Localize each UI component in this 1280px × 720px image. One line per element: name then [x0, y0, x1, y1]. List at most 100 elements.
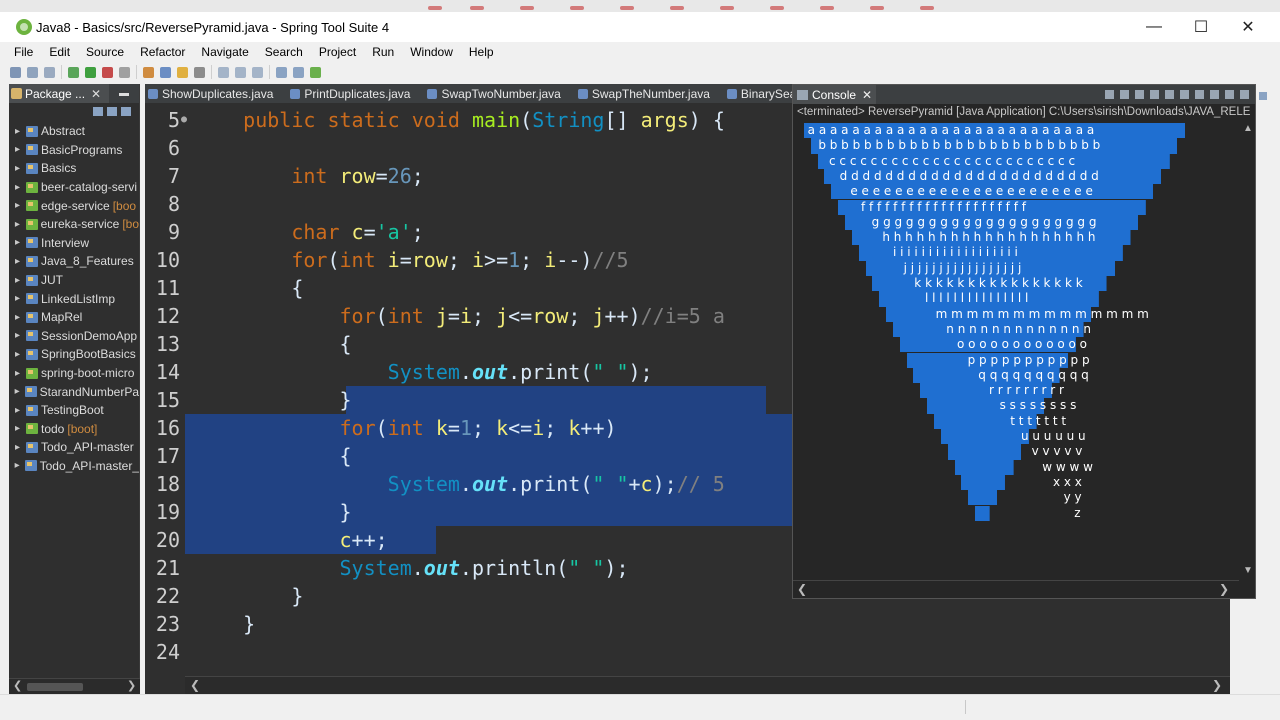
annotation-icon[interactable]	[218, 66, 229, 78]
pin-console-icon[interactable]	[1180, 90, 1189, 99]
project-item[interactable]: ▸ TestingBoot	[9, 401, 139, 420]
chevron-right-icon[interactable]: ▸	[9, 423, 26, 434]
project-item[interactable]: ▸ Java_8_Features	[9, 252, 139, 271]
menu-help[interactable]: Help	[461, 45, 502, 59]
save-icon[interactable]	[27, 66, 38, 78]
horizontal-scrollbar[interactable]: ❮ ❯	[9, 678, 140, 694]
minimize-icon[interactable]: ▬	[119, 88, 129, 99]
tab-binarysearch[interactable]: BinarySearc	[724, 84, 795, 103]
chevron-right-icon[interactable]: ▸	[9, 312, 26, 323]
project-item[interactable]: ▸ eureka-service [bo	[9, 215, 139, 234]
new-package-icon[interactable]	[143, 66, 154, 78]
menu-window[interactable]: Window	[402, 45, 461, 59]
tab-printduplicates[interactable]: PrintDuplicates.java	[287, 84, 424, 103]
project-item[interactable]: ▸ SpringBootBasics	[9, 345, 139, 364]
project-item[interactable]: ▸ spring-boot-micro	[9, 364, 139, 383]
close-icon[interactable]: ✕	[862, 88, 872, 102]
chevron-right-icon[interactable]: ▸	[9, 368, 26, 379]
forward-icon[interactable]	[293, 66, 304, 78]
menu-edit[interactable]: Edit	[41, 45, 78, 59]
view-menu-icon[interactable]	[121, 107, 131, 116]
tab-showduplicates[interactable]: ShowDuplicates.java	[145, 84, 287, 103]
open-console-icon[interactable]	[1210, 90, 1219, 99]
project-item[interactable]: ▸ StarandNumberPa	[9, 382, 139, 401]
chevron-right-icon[interactable]: ▸	[9, 144, 26, 155]
maximize-icon[interactable]	[1240, 90, 1249, 99]
project-item[interactable]: ▸ JUT	[9, 271, 139, 290]
project-item[interactable]: ▸ LinkedListImp	[9, 289, 139, 308]
menu-refactor[interactable]: Refactor	[132, 45, 193, 59]
scroll-lock-icon[interactable]	[1150, 90, 1159, 99]
chevron-right-icon[interactable]: ▸	[9, 442, 26, 453]
chevron-right-icon[interactable]: ▸	[9, 405, 26, 416]
project-item[interactable]: ▸ Todo_API-master	[9, 438, 139, 457]
new-class-icon[interactable]	[160, 66, 171, 78]
new-icon[interactable]	[10, 66, 21, 78]
project-item[interactable]: ▸ Todo_API-master_	[9, 457, 139, 476]
scroll-left-icon[interactable]: ❮	[797, 582, 807, 596]
menu-file[interactable]: File	[6, 45, 41, 59]
scroll-left-icon[interactable]: ❮	[13, 679, 22, 692]
project-item[interactable]: ▸ Abstract	[9, 122, 139, 141]
debug-icon[interactable]	[68, 66, 79, 78]
link-editor-icon[interactable]	[107, 107, 117, 116]
remove-launch-icon[interactable]	[1120, 90, 1129, 99]
chevron-right-icon[interactable]: ▸	[9, 200, 26, 211]
project-item[interactable]: ▸ MapRel	[9, 308, 139, 327]
word-wrap-icon[interactable]	[1165, 90, 1174, 99]
minimize-icon[interactable]	[1225, 90, 1234, 99]
menu-search[interactable]: Search	[257, 45, 311, 59]
menu-navigate[interactable]: Navigate	[193, 45, 256, 59]
scroll-right-icon[interactable]: ❯	[1212, 678, 1222, 692]
chevron-right-icon[interactable]: ▸	[9, 386, 25, 397]
maximize-icon[interactable]: ☐	[1178, 12, 1224, 42]
editor-horizontal-scrollbar[interactable]: ❮ ❯	[185, 676, 1230, 694]
external-tools-icon[interactable]	[102, 66, 113, 78]
fold-marker-icon[interactable]: ●	[181, 106, 187, 134]
chevron-right-icon[interactable]: ▸	[9, 275, 26, 286]
tab-package-explorer[interactable]: Package ... ✕	[9, 84, 109, 103]
chevron-right-icon[interactable]: ▸	[9, 349, 26, 360]
display-console-icon[interactable]	[1195, 90, 1204, 99]
close-icon[interactable]: ✕	[91, 87, 101, 101]
scroll-down-icon[interactable]: ▼	[1243, 565, 1253, 576]
close-icon[interactable]: ✕	[1225, 12, 1271, 42]
menu-source[interactable]: Source	[78, 45, 132, 59]
save-all-icon[interactable]	[44, 66, 55, 78]
chevron-right-icon[interactable]: ▸	[9, 330, 26, 341]
code-line[interactable]: 23 }	[145, 610, 1230, 638]
toggle-mark-icon[interactable]	[252, 66, 263, 78]
scroll-left-icon[interactable]: ❮	[190, 678, 200, 692]
terminate-icon[interactable]	[1105, 90, 1114, 99]
chevron-right-icon[interactable]: ▸	[9, 237, 26, 248]
scroll-right-icon[interactable]: ❯	[127, 679, 136, 692]
menu-run[interactable]: Run	[364, 45, 402, 59]
stop-icon[interactable]	[119, 66, 130, 78]
scrollbar-thumb[interactable]	[27, 683, 83, 691]
project-item[interactable]: ▸ beer-catalog-servi	[9, 178, 139, 197]
project-item[interactable]: ▸ Basics	[9, 159, 139, 178]
open-perspective-icon[interactable]	[310, 66, 321, 78]
project-item[interactable]: ▸ BasicPrograms	[9, 141, 139, 160]
restore-icon[interactable]	[1259, 92, 1267, 100]
chevron-right-icon[interactable]: ▸	[9, 460, 25, 471]
console-output[interactable]: a a a a a a a a a a a a a a a a a a a a …	[797, 123, 1193, 523]
project-item[interactable]: ▸ Interview	[9, 234, 139, 253]
console-horizontal-scrollbar[interactable]: ❮ ❯	[793, 580, 1239, 598]
menu-project[interactable]: Project	[311, 45, 364, 59]
collapse-all-icon[interactable]	[93, 107, 103, 116]
open-type-icon[interactable]	[177, 66, 188, 78]
console-vertical-scrollbar[interactable]: ▲ ▼	[1239, 123, 1255, 579]
chevron-right-icon[interactable]: ▸	[9, 163, 26, 174]
scroll-up-icon[interactable]: ▲	[1243, 123, 1253, 134]
chevron-right-icon[interactable]: ▸	[9, 256, 26, 267]
chevron-right-icon[interactable]: ▸	[9, 219, 26, 230]
code-line[interactable]: 24	[145, 638, 1230, 666]
chevron-right-icon[interactable]: ▸	[9, 293, 26, 304]
minimize-icon[interactable]: —	[1131, 12, 1177, 42]
project-item[interactable]: ▸ SessionDemoApp	[9, 327, 139, 346]
pin-icon[interactable]	[235, 66, 246, 78]
chevron-right-icon[interactable]: ▸	[9, 182, 26, 193]
tab-swaptwonumber[interactable]: SwapTwoNumber.java	[424, 84, 574, 103]
run-icon[interactable]	[85, 66, 96, 78]
